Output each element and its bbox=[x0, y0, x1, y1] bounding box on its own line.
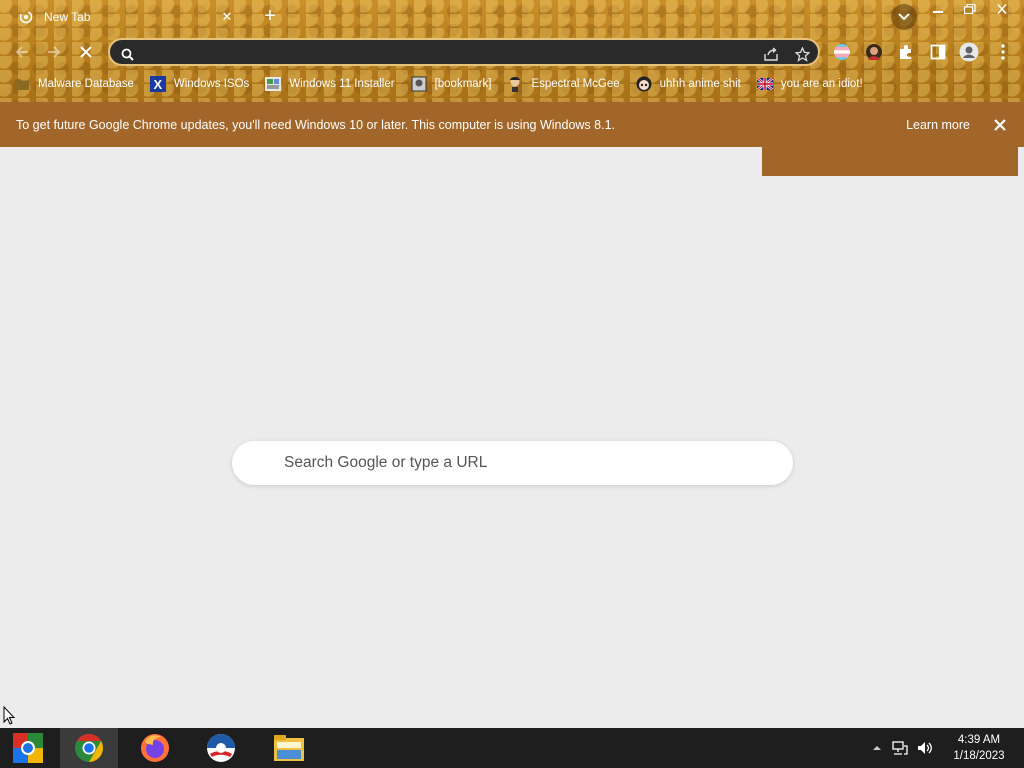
window-close-button[interactable] bbox=[986, 0, 1018, 18]
volume-button[interactable] bbox=[914, 728, 936, 768]
file-explorer-icon bbox=[274, 735, 304, 761]
chevron-up-icon bbox=[873, 746, 881, 750]
taskbar-chrome-app[interactable] bbox=[8, 728, 48, 768]
close-icon bbox=[997, 4, 1007, 14]
uk-flag-icon bbox=[756, 76, 773, 92]
tab-search-button[interactable] bbox=[891, 4, 917, 30]
system-clock[interactable]: 4:39 AM 1/18/2023 bbox=[944, 732, 1014, 764]
taskbar-firefox[interactable] bbox=[132, 728, 178, 768]
tab-new-tab[interactable]: New Tab ✕ bbox=[8, 0, 246, 34]
thumbnail-icon bbox=[411, 76, 427, 92]
close-icon bbox=[80, 46, 92, 58]
close-icon bbox=[994, 118, 1006, 131]
clock-date: 1/18/2023 bbox=[953, 750, 1005, 762]
bookmark-windows-11-installer[interactable]: Windows 11 Installer bbox=[265, 76, 395, 92]
learn-more-button[interactable]: Learn more bbox=[906, 118, 970, 132]
browser-frame: New Tab ✕ + Malware Database X Windows I… bbox=[0, 0, 1024, 102]
search-icon bbox=[118, 45, 136, 63]
ntp-search-box[interactable] bbox=[232, 441, 793, 485]
new-tab-button[interactable]: + bbox=[258, 6, 282, 28]
chrome-app-icon bbox=[13, 733, 43, 763]
anime-face-icon bbox=[636, 76, 652, 92]
clock-time: 4:39 AM bbox=[957, 734, 1001, 746]
bookmark-label: [bookmark] bbox=[434, 78, 492, 90]
tab-close-button[interactable]: ✕ bbox=[218, 8, 236, 26]
bookmark-placeholder[interactable]: [bookmark] bbox=[411, 76, 492, 92]
info-bar-message: To get future Google Chrome updates, you… bbox=[16, 117, 615, 132]
share-icon[interactable] bbox=[762, 45, 780, 63]
customize-chrome-panel[interactable] bbox=[762, 147, 1018, 176]
bookmark-espectral-mcgee[interactable]: Espectral McGee bbox=[507, 76, 620, 92]
image-icon bbox=[265, 76, 282, 92]
bookmarks-bar: Malware Database X Windows ISOs Windows … bbox=[0, 72, 1024, 96]
back-button[interactable] bbox=[10, 40, 34, 64]
profile-icon[interactable] bbox=[959, 42, 979, 62]
mouse-cursor-icon bbox=[3, 705, 16, 730]
restore-button[interactable] bbox=[954, 0, 986, 18]
minimize-icon bbox=[933, 11, 943, 13]
taskbar-file-explorer[interactable] bbox=[266, 728, 312, 768]
bookmark-label: Espectral McGee bbox=[531, 78, 620, 90]
bookmark-windows-isos[interactable]: X Windows ISOs bbox=[149, 76, 250, 92]
minimize-button[interactable] bbox=[922, 0, 954, 18]
bookmark-malware-database[interactable]: Malware Database bbox=[14, 76, 134, 92]
bookmark-label: Malware Database bbox=[38, 78, 134, 90]
network-button[interactable] bbox=[890, 728, 910, 768]
folder-icon bbox=[14, 76, 30, 92]
bookmark-uhhh-anime[interactable]: uhhh anime shit bbox=[636, 76, 741, 92]
taskbar: 4:39 AM 1/18/2023 bbox=[0, 728, 1024, 768]
obama-logo-icon bbox=[207, 734, 235, 762]
bookmark-you-are-an-idiot[interactable]: you are an idiot! bbox=[756, 76, 863, 92]
arrow-right-icon bbox=[48, 46, 61, 58]
info-bar-close-button[interactable] bbox=[990, 115, 1010, 135]
bookmark-label: uhhh anime shit bbox=[659, 78, 741, 90]
kebab-menu-icon[interactable] bbox=[993, 42, 1013, 62]
side-panel-icon[interactable] bbox=[928, 42, 948, 62]
taskbar-obama-logo-app[interactable] bbox=[198, 728, 244, 768]
toolbar bbox=[0, 36, 1024, 68]
update-info-bar: To get future Google Chrome updates, you… bbox=[0, 102, 1024, 147]
chevron-down-icon bbox=[898, 13, 910, 21]
network-icon bbox=[892, 741, 908, 755]
tab-title: New Tab bbox=[44, 10, 91, 24]
bookmark-label: you are an idiot! bbox=[780, 78, 863, 90]
x-logo-icon: X bbox=[149, 76, 166, 92]
arrow-left-icon bbox=[15, 46, 28, 58]
restore-icon bbox=[964, 4, 976, 14]
avatar-extension-icon[interactable] bbox=[864, 42, 884, 62]
ntp-search-input[interactable] bbox=[284, 454, 764, 472]
puzzle-icon[interactable] bbox=[896, 42, 916, 62]
taskbar-chrome[interactable] bbox=[60, 728, 118, 768]
chrome-icon bbox=[75, 734, 103, 762]
flag-extension-icon[interactable] bbox=[832, 42, 852, 62]
loading-spinner-icon bbox=[18, 9, 34, 25]
forward-button[interactable] bbox=[42, 40, 66, 64]
bookmark-label: Windows 11 Installer bbox=[289, 78, 395, 90]
tab-strip: New Tab ✕ + bbox=[0, 0, 1024, 34]
character-icon bbox=[507, 76, 523, 92]
omnibox[interactable] bbox=[108, 38, 820, 66]
stop-button[interactable] bbox=[74, 40, 98, 64]
star-icon[interactable] bbox=[793, 45, 811, 63]
bookmark-label: Windows ISOs bbox=[173, 78, 250, 90]
volume-icon bbox=[918, 742, 932, 754]
window-controls bbox=[922, 0, 1018, 18]
show-hidden-icons-button[interactable] bbox=[870, 728, 884, 768]
firefox-icon bbox=[141, 734, 169, 762]
